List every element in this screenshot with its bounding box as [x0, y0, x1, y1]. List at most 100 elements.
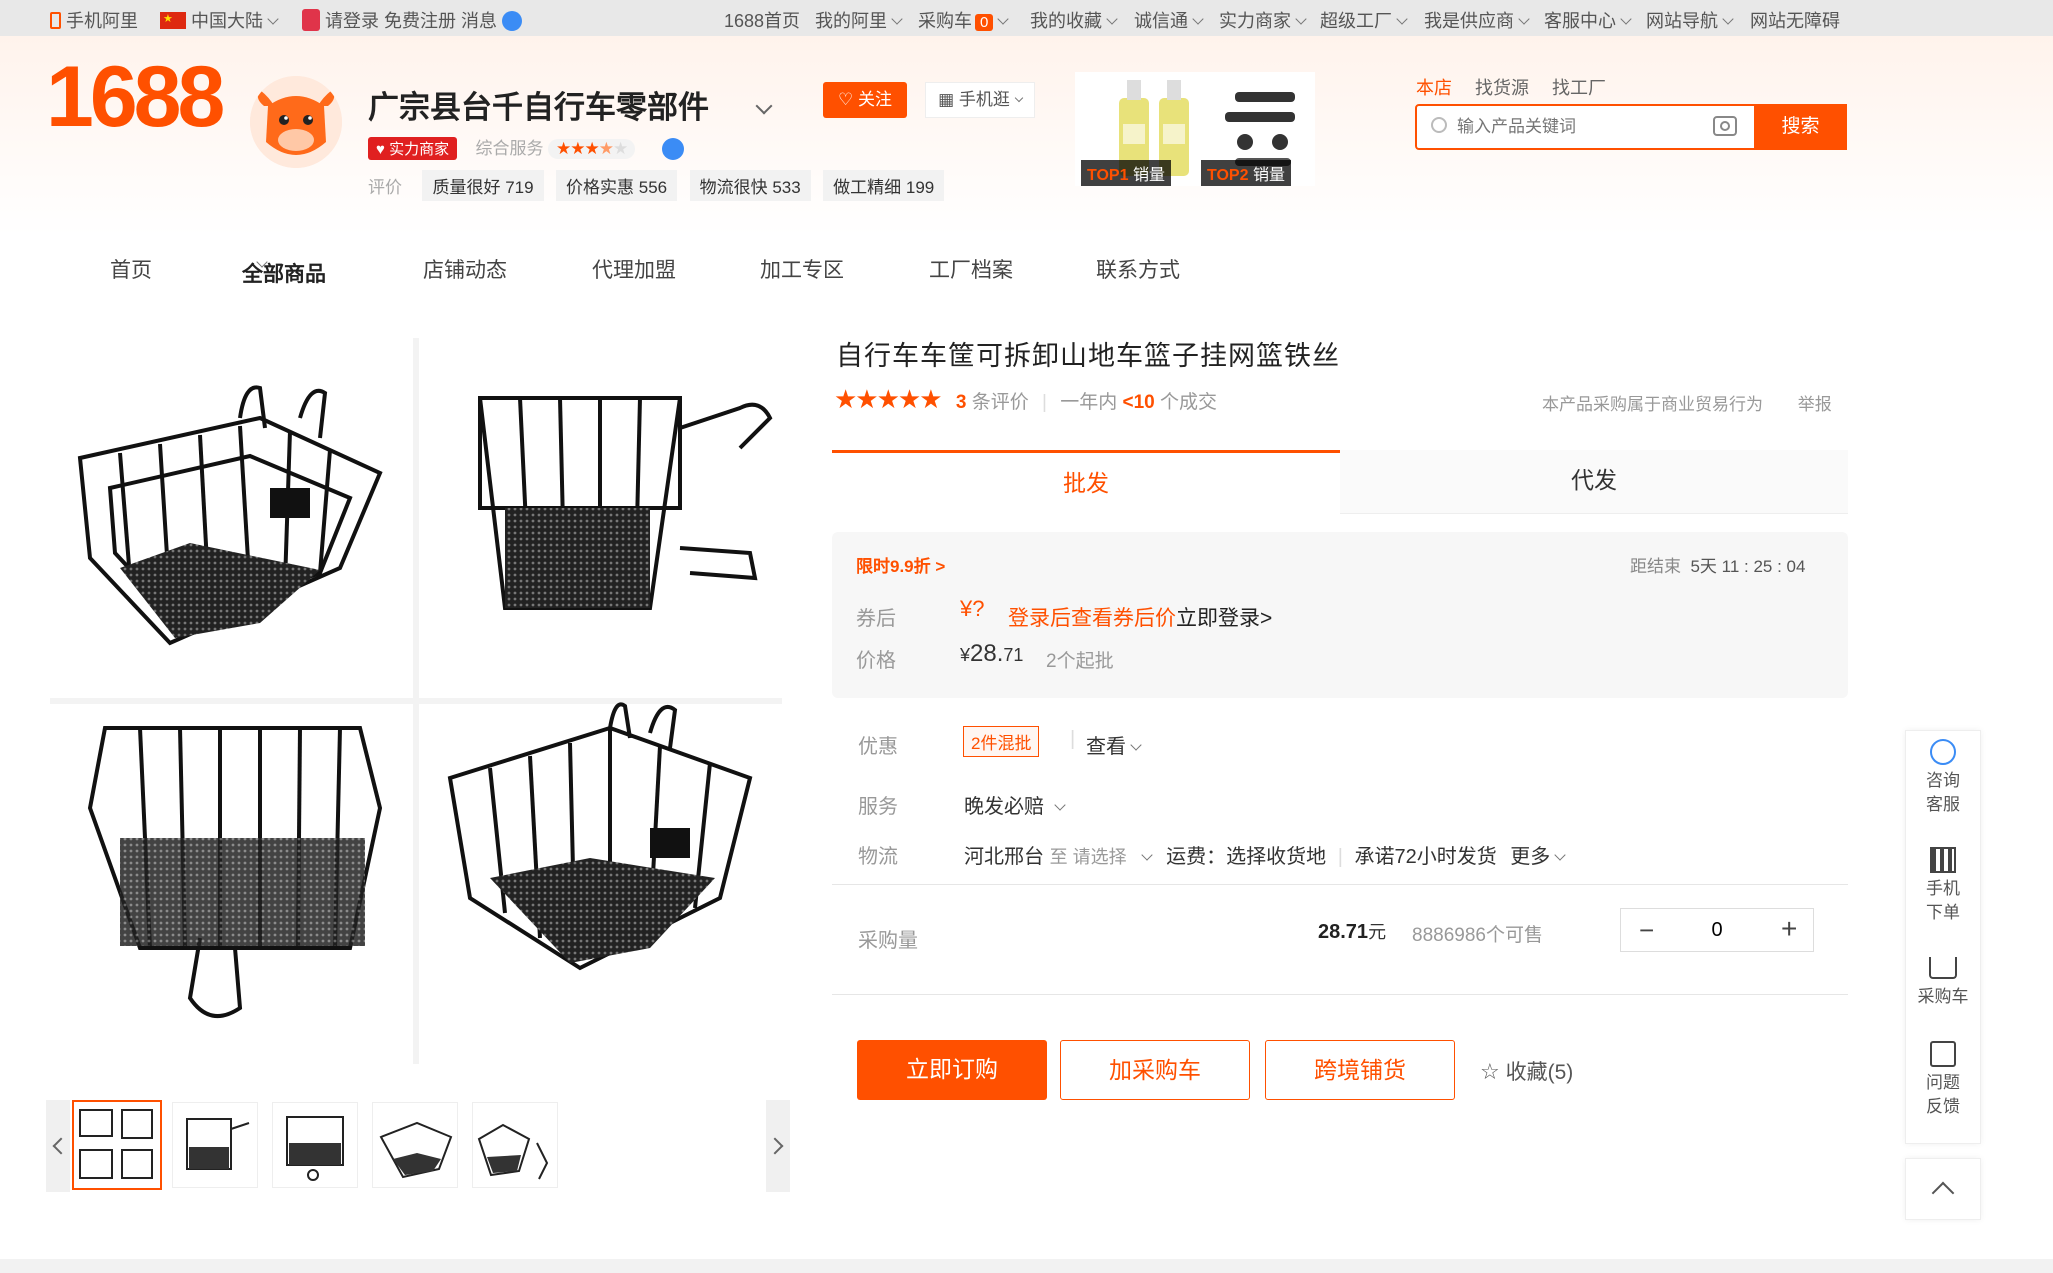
- supplier-link[interactable]: 我是供应商: [1424, 7, 1530, 33]
- coupon-price-label: 券后: [856, 608, 896, 630]
- product-main-image[interactable]: [50, 338, 782, 1064]
- my-ali-link[interactable]: 我的阿里: [815, 7, 903, 33]
- quantity-input[interactable]: [1679, 915, 1755, 945]
- chengxintong-link[interactable]: 诚信通: [1134, 7, 1204, 33]
- thumbnail-5[interactable]: [472, 1102, 558, 1188]
- region-select[interactable]: ★ 中国大陆: [160, 7, 279, 33]
- rating-logistics: 物流很快 533: [689, 170, 811, 201]
- login-link[interactable]: 请登录: [325, 11, 379, 31]
- camera-icon[interactable]: [1713, 116, 1737, 136]
- mobile-browse-button[interactable]: ▦ 手机逛: [925, 82, 1035, 118]
- chevron-down-icon: [1140, 849, 1153, 861]
- nav-agency[interactable]: 代理加盟: [592, 254, 676, 284]
- tab-wholesale[interactable]: 批发: [832, 450, 1340, 514]
- nav-shop-news[interactable]: 店铺动态: [423, 254, 507, 284]
- more-button[interactable]: 更多: [1510, 846, 1566, 868]
- chevron-down-icon[interactable]: [755, 97, 773, 115]
- basket-thumbnail-image: [286, 1116, 344, 1181]
- sidebar-mobile-order[interactable]: 手机 下单: [1906, 847, 1980, 925]
- thumbnail-2[interactable]: [172, 1102, 258, 1188]
- top1-label: TOP1 销量: [1081, 160, 1171, 186]
- gallery-prev-button[interactable]: [46, 1100, 70, 1192]
- search-tab-this-shop[interactable]: 本店: [1416, 78, 1452, 98]
- nav-processing[interactable]: 加工专区: [760, 254, 844, 284]
- thumbnail-1[interactable]: [72, 1100, 162, 1190]
- favorite-button[interactable]: ☆ 收藏(5): [1480, 1056, 1573, 1086]
- rating-quality-label: 质量很好: [432, 178, 501, 197]
- review-label[interactable]: 条评价: [972, 392, 1029, 413]
- search-input[interactable]: [1457, 112, 1697, 142]
- more-label: 更多: [1510, 846, 1551, 868]
- discount-tag: 2件混批: [963, 726, 1040, 757]
- tab-dropship[interactable]: 代发: [1340, 450, 1848, 514]
- messages-link[interactable]: 消息: [461, 11, 497, 31]
- power-merchant-link[interactable]: 实力商家: [1219, 7, 1307, 33]
- service-label: 服务: [858, 796, 898, 818]
- minus-icon[interactable]: −: [1639, 915, 1654, 946]
- service-center-link[interactable]: 客服中心: [1544, 7, 1632, 33]
- buy-now-button[interactable]: 立即订购: [857, 1040, 1047, 1100]
- logistics-destination-select[interactable]: 至 请选择: [1050, 847, 1153, 867]
- chevron-down-icon: [1620, 13, 1632, 25]
- cross-border-button[interactable]: 跨境铺货: [1265, 1040, 1455, 1100]
- top1-text: 销量: [1132, 167, 1165, 184]
- shipping-fee[interactable]: 运费：选择收货地: [1166, 846, 1326, 868]
- super-factory-link[interactable]: 超级工厂: [1320, 7, 1408, 33]
- countdown-value: 5天 11 : 25 : 04: [1690, 557, 1806, 576]
- chevron-down-icon: [1130, 739, 1142, 751]
- edit-icon: [1930, 1041, 1956, 1067]
- sidebar-consult[interactable]: 咨询 客服: [1906, 739, 1980, 817]
- discount-view-button[interactable]: 查看: [1086, 730, 1142, 759]
- rating-price: 价格实惠 556: [556, 170, 678, 201]
- add-to-cart-button[interactable]: 加采购车: [1060, 1040, 1250, 1100]
- service-select[interactable]: 晚发必赔: [964, 790, 1066, 819]
- nav-home[interactable]: 首页: [110, 254, 152, 284]
- login-now-link[interactable]: 立即登录>: [1176, 607, 1272, 630]
- top-product-1[interactable]: TOP1 销量 TOP2 销量: [1075, 72, 1315, 186]
- sidebar-cart-label: 采购车: [1917, 987, 1969, 1006]
- basket-thumbnail-image: [186, 1118, 250, 1170]
- sidebar-feedback[interactable]: 问题 反馈: [1906, 1041, 1980, 1119]
- chat-bubble-icon[interactable]: [502, 11, 523, 31]
- top2-text: 销量: [1252, 167, 1285, 184]
- back-to-top-button[interactable]: [1905, 1158, 1981, 1220]
- shop-nav: 首页 全部商品 店铺动态 代理加盟 加工专区 工厂档案 联系方式: [0, 250, 1300, 290]
- search-tab-find-source[interactable]: 找货源: [1475, 78, 1529, 98]
- mobile-ali-link[interactable]: 手机阿里: [50, 7, 138, 33]
- register-link[interactable]: 免费注册: [384, 11, 456, 31]
- rating-logistics-count: 533: [772, 178, 801, 197]
- sidebar-cart[interactable]: 采购车: [1906, 957, 1980, 1009]
- gallery-next-button[interactable]: [766, 1100, 790, 1192]
- thumbnail-4[interactable]: [372, 1102, 458, 1188]
- chat-icon[interactable]: [661, 138, 684, 160]
- thumbnail-3[interactable]: [272, 1102, 358, 1188]
- chengxintong-label: 诚信通: [1134, 11, 1188, 31]
- rating-price-count: 556: [638, 178, 668, 197]
- favorites-label: 我的收藏: [1030, 11, 1102, 31]
- nav-contact[interactable]: 联系方式: [1096, 254, 1180, 284]
- unit-price: 28.71: [1318, 921, 1369, 943]
- deals-prefix: 一年内: [1060, 392, 1118, 413]
- rating-logistics-label: 物流很快: [699, 178, 768, 197]
- follow-button[interactable]: ♡ 关注: [823, 82, 907, 118]
- nav-factory-profile[interactable]: 工厂档案: [929, 254, 1013, 284]
- report-link[interactable]: 举报: [1798, 395, 1832, 414]
- promo-link[interactable]: 限时9.9折 >: [856, 552, 945, 577]
- cart-link[interactable]: 采购车 0: [918, 7, 1010, 33]
- review-count[interactable]: 3: [956, 392, 967, 413]
- shop-avatar[interactable]: [250, 76, 342, 168]
- search-button[interactable]: 搜索: [1754, 104, 1847, 150]
- logo-1688[interactable]: 1688: [46, 48, 225, 147]
- service-stars: ★★★★★: [548, 139, 636, 159]
- accessibility-link[interactable]: 网站无障碍: [1750, 7, 1840, 33]
- site-nav-link[interactable]: 网站导航: [1646, 7, 1734, 33]
- chevron-down-icon: [1722, 13, 1734, 25]
- shop-name[interactable]: 广宗县台千自行车零部件: [368, 90, 709, 125]
- plus-icon[interactable]: +: [1781, 913, 1797, 945]
- chevron-down-icon: [1554, 849, 1566, 861]
- coupon-login-link[interactable]: 登录后查看券后价: [1008, 607, 1176, 630]
- chevron-right-icon: [766, 1137, 784, 1155]
- favorites-link[interactable]: 我的收藏: [1030, 7, 1118, 33]
- search-tab-find-factory[interactable]: 找工厂: [1552, 78, 1606, 98]
- home-1688-link[interactable]: 1688首页: [724, 7, 800, 33]
